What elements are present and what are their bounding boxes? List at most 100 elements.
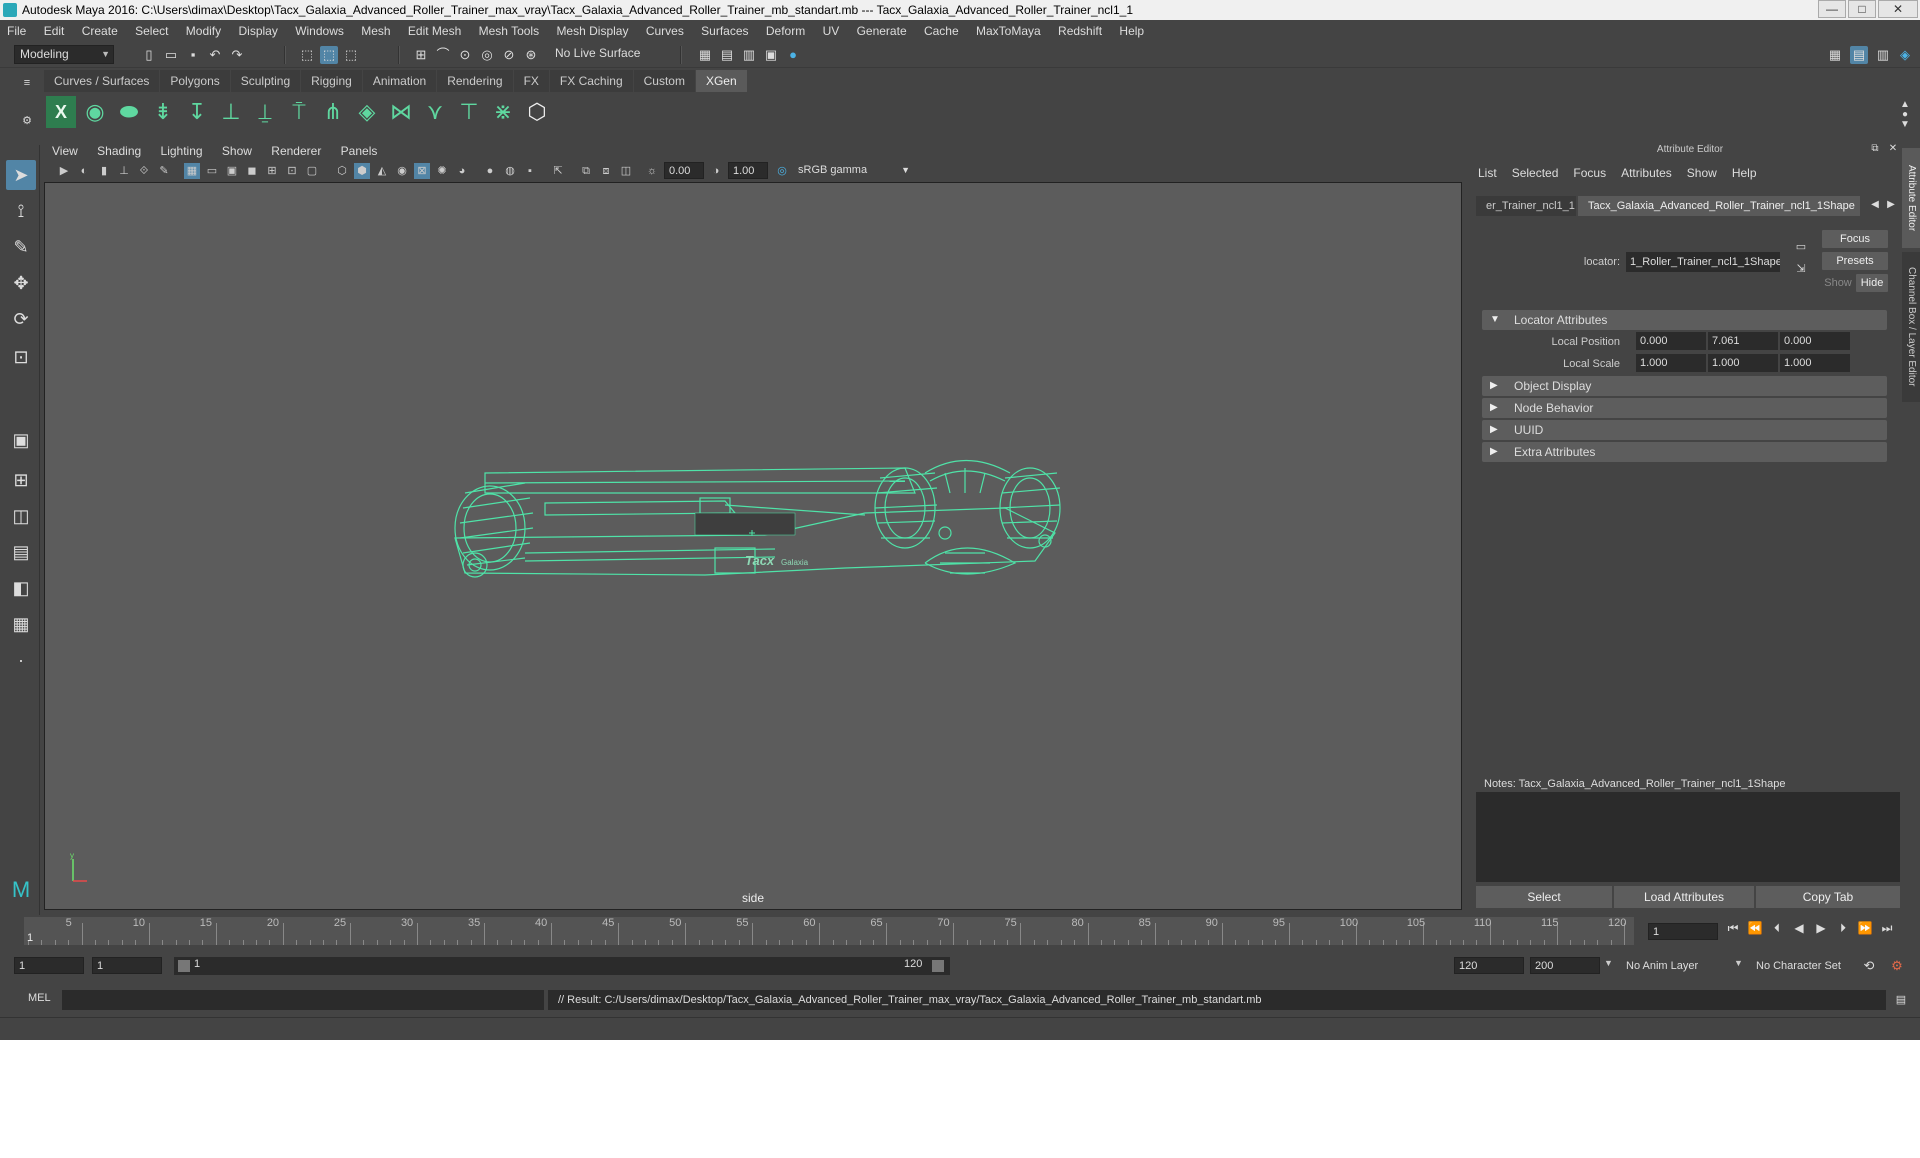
select-hierarchy-icon[interactable]: ⬚ — [298, 46, 316, 64]
menu-mesh-tools[interactable]: Mesh Tools — [472, 20, 546, 42]
viewport-menu-show[interactable]: Show — [214, 142, 260, 160]
custom-layout-icon[interactable]: · — [6, 645, 36, 675]
rebuild-guides-icon[interactable]: ⋔ — [318, 96, 348, 128]
locator-name-field[interactable]: 1_Roller_Trainer_ncl1_1Shape — [1626, 252, 1780, 272]
xray-components-icon[interactable]: ⧈ — [598, 163, 614, 179]
step-forward-key-icon[interactable]: ⏩ — [1854, 921, 1876, 935]
copy-tab-button[interactable]: Copy Tab — [1756, 886, 1900, 908]
section-extra-attributes[interactable]: ▶ Extra Attributes — [1482, 442, 1887, 462]
use-all-lights-icon[interactable]: ✺ — [434, 163, 450, 179]
four-view-layout-icon[interactable]: ⊞ — [6, 465, 36, 495]
hypershade-icon[interactable]: ● — [784, 46, 802, 64]
undo-icon[interactable]: ↶ — [206, 46, 224, 64]
select-object-icon[interactable]: ⬚ — [320, 46, 338, 64]
workspace-modeling-icon[interactable]: ▦ — [1826, 46, 1844, 64]
layer-editor-toggle-icon[interactable]: ◈ — [1896, 46, 1914, 64]
node-tab-shape[interactable]: Tacx_Galaxia_Advanced_Roller_Trainer_ncl… — [1578, 196, 1860, 216]
new-scene-icon[interactable]: ▯ — [140, 46, 158, 64]
wireframe-icon[interactable]: ⬡ — [334, 163, 350, 179]
float-panel-icon[interactable]: ⧉ — [1866, 140, 1884, 158]
shadows-icon[interactable]: ◕ — [454, 163, 470, 179]
anim-layer-dropdown[interactable]: No Anim Layer — [1626, 957, 1746, 975]
attr-menu-focus[interactable]: Focus — [1573, 164, 1606, 182]
viewport-menu-view[interactable]: View — [44, 142, 86, 160]
section-object-display[interactable]: ▶ Object Display — [1482, 376, 1887, 396]
menu-modify[interactable]: Modify — [179, 20, 228, 42]
motion-blur-icon[interactable]: ◍ — [502, 163, 518, 179]
local-position-x-field[interactable]: 0.000 — [1636, 332, 1706, 350]
notes-textarea[interactable] — [1476, 792, 1900, 882]
menu-select[interactable]: Select — [128, 20, 175, 42]
load-attributes-button[interactable]: Load Attributes — [1614, 886, 1754, 908]
menu-generate[interactable]: Generate — [850, 20, 914, 42]
screen-space-ao-icon[interactable]: ● — [482, 163, 498, 179]
textured-icon[interactable]: ◉ — [394, 163, 410, 179]
focus-button[interactable]: Focus — [1822, 230, 1888, 248]
guide-layers-icon[interactable]: ◈ — [352, 96, 382, 128]
rotate-tool-icon[interactable]: ⟳ — [6, 304, 36, 334]
isolate-select-icon[interactable]: ⇱ — [550, 163, 566, 179]
xray-joints-icon[interactable]: ⧉ — [578, 163, 594, 179]
safe-action-icon[interactable]: ⊡ — [284, 163, 300, 179]
go-to-input-icon[interactable]: ⇲ — [1792, 260, 1810, 278]
chevron-down-icon[interactable]: ▼ — [1734, 958, 1743, 968]
viewport-menu-panels[interactable]: Panels — [333, 142, 386, 160]
menu-redshift[interactable]: Redshift — [1051, 20, 1109, 42]
place-guides-icon[interactable]: ↧ — [182, 96, 212, 128]
grease-pencil-icon[interactable]: ✎ — [156, 163, 172, 179]
workspace-toggle-icon[interactable]: ▤ — [1850, 46, 1868, 64]
focus-node-icon[interactable]: ▭ — [1792, 238, 1810, 256]
anti-alias-icon[interactable]: ▪ — [522, 163, 538, 179]
scroll-down-icon[interactable]: ▼ — [1896, 116, 1914, 134]
bookmark-icon[interactable]: ▮ — [96, 163, 112, 179]
animation-start-field[interactable]: 1 — [14, 957, 84, 974]
save-scene-icon[interactable]: ▪ — [184, 46, 202, 64]
exposure-field[interactable]: 0.00 — [664, 162, 704, 179]
play-backward-icon[interactable]: ◀ — [1788, 921, 1810, 935]
command-language-toggle[interactable]: MEL — [28, 992, 51, 1004]
menu-edit[interactable]: Edit — [37, 20, 72, 42]
add-or-move-guides-icon[interactable]: ⊥ — [216, 96, 246, 128]
snap-curve-icon[interactable]: ⌒ — [434, 46, 452, 64]
animation-end-field[interactable]: 200 — [1530, 957, 1600, 974]
step-back-frame-icon[interactable]: ⏴ — [1766, 921, 1788, 936]
render-settings-icon[interactable]: ▦ — [696, 46, 714, 64]
hide-button[interactable]: Hide — [1856, 274, 1888, 292]
hud-icon[interactable]: ◫ — [618, 163, 634, 179]
2d-pan-zoom-icon[interactable]: ⟐ — [136, 163, 152, 179]
open-scene-icon[interactable]: ▭ — [162, 46, 180, 64]
range-start-handle[interactable] — [178, 960, 190, 972]
close-panel-icon[interactable]: ✕ — [1884, 140, 1902, 158]
section-node-behavior[interactable]: ▶ Node Behavior — [1482, 398, 1887, 418]
menu-file[interactable]: File — [0, 20, 33, 42]
menu-create[interactable]: Create — [75, 20, 125, 42]
scale-tool-icon[interactable]: ⊡ — [6, 342, 36, 372]
menu-cache[interactable]: Cache — [917, 20, 966, 42]
resolution-gate-icon[interactable]: ▣ — [224, 163, 240, 179]
local-position-z-field[interactable]: 0.000 — [1780, 332, 1850, 350]
shelf-tab-sculpting[interactable]: Sculpting — [230, 70, 301, 92]
tab-attribute-editor[interactable]: Attribute Editor — [1902, 148, 1920, 248]
section-uuid[interactable]: ▶ UUID — [1482, 420, 1887, 440]
section-locator-attributes[interactable]: ▼ Locator Attributes — [1482, 310, 1887, 330]
outliner-layout-icon[interactable]: ▤ — [6, 537, 36, 567]
lasso-tool-icon[interactable]: ⟟ — [6, 196, 36, 226]
play-forward-icon[interactable]: ▶ — [1810, 921, 1832, 935]
snap-surface-icon[interactable]: ⊘ — [500, 46, 518, 64]
color-management-icon[interactable]: ◎ — [774, 163, 790, 179]
local-scale-y-field[interactable]: 1.000 — [1708, 354, 1778, 372]
xray-icon[interactable]: ⊠ — [414, 163, 430, 179]
auto-key-icon[interactable]: ⟲ — [1860, 957, 1878, 975]
tab-channel-box-layer-editor[interactable]: Channel Box / Layer Editor — [1902, 252, 1920, 402]
grid-icon[interactable]: ▦ — [184, 163, 200, 179]
local-scale-x-field[interactable]: 1.000 — [1636, 354, 1706, 372]
viewport-menu-renderer[interactable]: Renderer — [263, 142, 329, 160]
go-to-end-icon[interactable]: ⏭ — [1876, 921, 1898, 936]
script-editor-icon[interactable]: ▤ — [1892, 991, 1910, 1009]
color-space-dropdown[interactable]: sRGB gamma ▼ — [794, 162, 914, 179]
menu-curves[interactable]: Curves — [639, 20, 691, 42]
chevron-down-icon[interactable]: ▼ — [1604, 958, 1613, 968]
animation-preferences-icon[interactable]: ⚙ — [1888, 957, 1906, 975]
smooth-shade-icon[interactable]: ⬢ — [354, 163, 370, 179]
range-end-handle[interactable] — [932, 960, 944, 972]
